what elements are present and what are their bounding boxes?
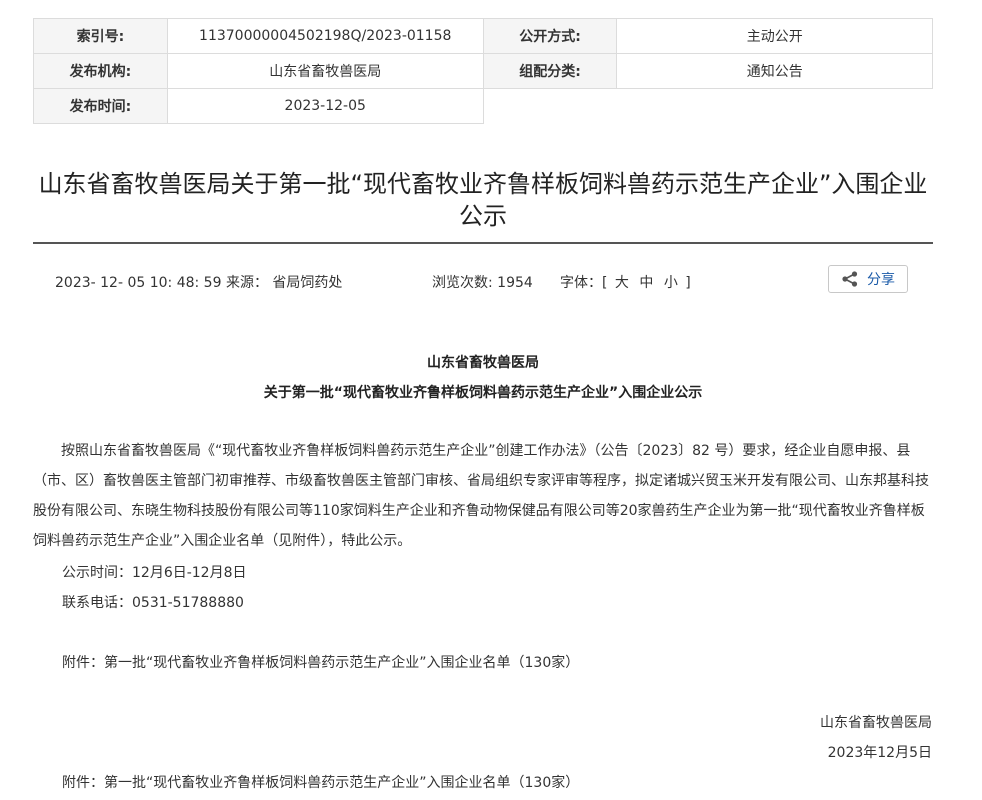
date-label: 发布时间:: [33, 88, 168, 124]
empty-cell: [483, 88, 933, 124]
view-count: 浏览次数: 1954: [432, 275, 533, 291]
font-size-switcher: 字体：[ 大 中 小 ]: [560, 272, 691, 292]
publish-datetime-source: 2023- 12- 05 10: 48: 59 来源： 省局饲药处: [55, 275, 343, 291]
metadata-row: 索引号: 11370000004502198Q/2023-01158 公开方式:…: [33, 18, 933, 54]
index-value: 11370000004502198Q/2023-01158: [166, 18, 484, 54]
contact-phone: 联系电话：0531-51788880: [62, 595, 244, 611]
document-metadata-table: 索引号: 11370000004502198Q/2023-01158 公开方式:…: [33, 18, 933, 124]
article-body-paragraph: 按照山东省畜牧兽医局《“现代畜牧业齐鲁样板饲料兽药示范生产企业”创建工作办法》（…: [33, 436, 933, 556]
font-size-bracket: ]: [685, 275, 691, 291]
font-medium-button[interactable]: 中: [639, 275, 653, 291]
page-title: 山东省畜牧兽医局关于第一批“现代畜牧业齐鲁样板饲料兽药示范生产企业”入围企业公示: [38, 170, 928, 230]
category-value: 通知公告: [616, 53, 933, 89]
share-icon: [841, 270, 859, 288]
article-body-text: 按照山东省畜牧兽医局《“现代畜牧业齐鲁样板饲料兽药示范生产企业”创建工作办法》（…: [33, 443, 929, 549]
metadata-row: 发布时间: 2023-12-05: [33, 88, 933, 124]
publisher-label: 发布机构:: [33, 53, 168, 89]
date-value: 2023-12-05: [166, 88, 484, 124]
font-small-button[interactable]: 小: [664, 275, 678, 291]
share-label: 分享: [867, 272, 895, 288]
article-org-heading: 山东省畜牧兽医局: [427, 355, 539, 371]
open-method-value: 主动公开: [616, 18, 933, 54]
category-label: 组配分类:: [482, 53, 618, 89]
open-method-label: 公开方式:: [482, 18, 618, 54]
metadata-row: 发布机构: 山东省畜牧兽医局 组配分类: 通知公告: [33, 53, 933, 89]
font-large-button[interactable]: 大: [615, 275, 629, 291]
attachment-link[interactable]: 附件：第一批“现代畜牧业齐鲁样板饲料兽药示范生产企业”入围企业名单（130家）: [62, 772, 579, 792]
signature-date: 2023年12月5日: [827, 745, 932, 761]
share-button[interactable]: 分享: [828, 265, 908, 293]
index-label: 索引号:: [33, 18, 168, 54]
title-divider: [33, 242, 933, 244]
publicity-period: 公示时间：12月6日-12月8日: [62, 565, 247, 581]
font-size-label: 字体：[: [560, 275, 608, 291]
attachment-note: 附件：第一批“现代畜牧业齐鲁样板饲料兽药示范生产企业”入围企业名单（130家）: [62, 655, 580, 671]
signature-org: 山东省畜牧兽医局: [820, 715, 932, 731]
publisher-value: 山东省畜牧兽医局: [166, 53, 484, 89]
article-subtitle: 关于第一批“现代畜牧业齐鲁样板饲料兽药示范生产企业”入围企业公示: [263, 385, 703, 401]
